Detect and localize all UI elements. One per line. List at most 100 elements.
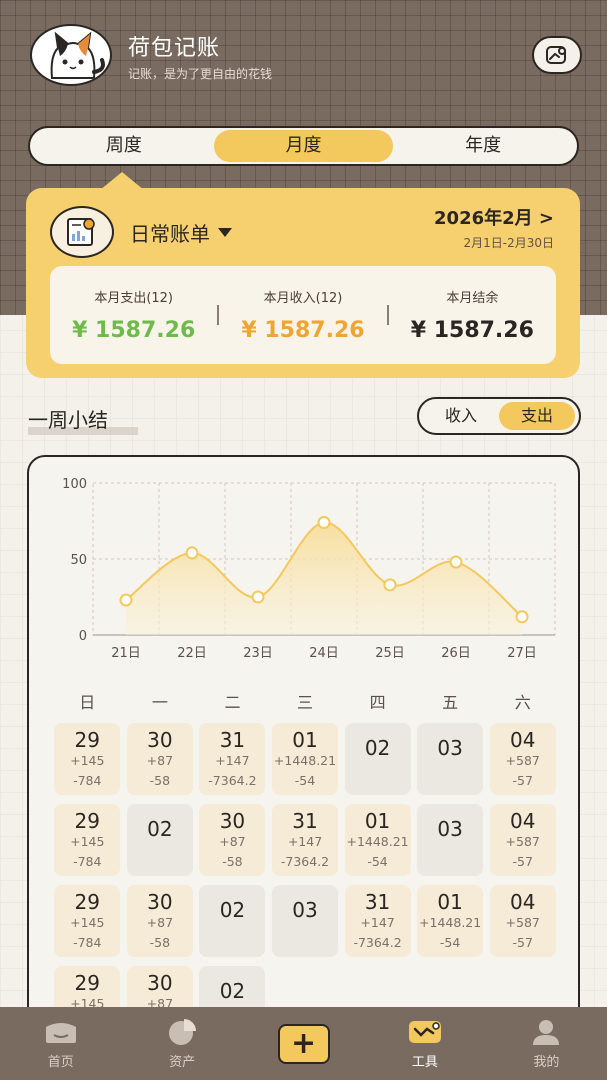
month-selector[interactable]: 2026年2月 > <box>434 204 554 230</box>
calendar-day-cell[interactable]: 04 +587 -57 <box>489 723 556 795</box>
income-expense-toggle: 收入 支出 <box>417 397 581 435</box>
day-expense: -784 <box>73 773 102 788</box>
calendar-day-cell[interactable]: 03 <box>417 804 484 876</box>
app-title: 荷包记账 <box>128 36 221 61</box>
calendar-day-cell[interactable]: 02 <box>199 885 266 957</box>
nav-add[interactable]: + <box>243 1023 364 1064</box>
tab-monthly[interactable]: 月度 <box>213 130 394 162</box>
calendar-day-cell[interactable]: 29+145 -784 <box>54 723 121 795</box>
day-number: 29 <box>74 890 100 914</box>
day-number: 02 <box>364 736 391 760</box>
day-number: 03 <box>292 898 318 922</box>
calendar-day-cell[interactable]: 01 +1448.21 -54 <box>344 804 411 876</box>
x-tick-label: 27日 <box>507 646 537 661</box>
nav-tools[interactable]: 工具 <box>364 1017 485 1070</box>
balance-stat[interactable]: 本月结余 ¥ 1587.26 <box>389 287 556 343</box>
income-value: ¥ 1587.26 <box>241 318 365 343</box>
calendar-day-cell[interactable]: 02 <box>344 723 411 795</box>
day-number: 01 <box>437 890 463 914</box>
day-expense: -7364.2 <box>353 935 402 950</box>
period-tabs: 周度 月度 年度 <box>28 126 579 166</box>
calendar-day-cell[interactable]: 30+87 -58 <box>126 885 193 957</box>
weekly-chart-card: 0 50 100 21日 22日 23日 24日 25日 26日 27日 日一二三四五六 29 +1… <box>27 455 580 1035</box>
data-point <box>251 590 265 604</box>
weekday-label: 三 <box>297 693 314 712</box>
expense-value: ¥ 1587.26 <box>72 318 196 343</box>
day-income: +1448.21 <box>419 915 482 930</box>
nav-tools-label: 工具 <box>411 1055 438 1070</box>
nav-profile[interactable]: 我的 <box>486 1017 607 1070</box>
calendar-day-cell[interactable]: 30+87 -58 <box>126 723 193 795</box>
calendar-day-cell[interactable]: 31 +147 -7364.2 <box>199 723 266 795</box>
calendar-day-cell[interactable]: 01 +1448.21 -54 <box>417 885 484 957</box>
bottom-nav: 首页 资产 + 工具 我的 <box>0 1007 607 1080</box>
day-income: +587 <box>505 753 540 768</box>
bill-icon <box>67 218 95 246</box>
income-stat[interactable]: 本月收入(12) ¥ 1587.26 <box>219 287 386 343</box>
theme-switch-button[interactable] <box>532 36 582 74</box>
y-tick-label: 50 <box>70 553 87 568</box>
day-expense: -7364.2 <box>280 854 330 869</box>
tools-icon <box>408 1021 441 1043</box>
tab-yearly[interactable]: 年度 <box>393 130 573 162</box>
day-number: 30 <box>147 890 173 914</box>
weekly-summary-title: 一周小结 <box>28 404 138 435</box>
weekday-label: 一 <box>151 693 168 712</box>
day-expense: -54 <box>367 854 388 869</box>
day-income: +147 <box>360 915 395 930</box>
ledger-selector[interactable]: 日常账单 <box>130 218 232 247</box>
day-expense: -58 <box>222 854 243 869</box>
day-number: 30 <box>219 809 246 833</box>
balance-value: ¥ 1587.26 <box>410 318 534 343</box>
calendar-day-cell[interactable]: 04 +587 -57 <box>489 804 556 876</box>
ledger-icon[interactable] <box>50 206 114 258</box>
day-number: 04 <box>509 809 536 833</box>
calendar-day-cell[interactable]: 30+87 -58 <box>199 804 266 876</box>
day-number: 02 <box>219 979 246 1003</box>
user-icon <box>533 1020 560 1045</box>
day-income: +1448.21 <box>273 753 337 768</box>
data-point <box>119 593 133 607</box>
data-point <box>515 610 529 624</box>
day-number: 02 <box>147 817 173 841</box>
tab-weekly[interactable]: 周度 <box>34 130 214 162</box>
toggle-income[interactable]: 收入 <box>423 402 499 430</box>
date-range: 2月1日-2月30日 <box>463 236 554 250</box>
calendar-day-cell[interactable]: 03 <box>417 723 484 795</box>
day-expense: -54 <box>439 935 461 950</box>
chart-area <box>126 522 522 635</box>
day-expense: -58 <box>149 773 171 788</box>
avatar[interactable] <box>30 24 112 86</box>
day-number: 03 <box>437 736 463 760</box>
day-expense: -57 <box>512 935 533 950</box>
nav-assets[interactable]: 资产 <box>121 1017 242 1070</box>
day-number: 03 <box>437 817 463 841</box>
calendar-day-cell[interactable]: 31 +147 -7364.2 <box>272 804 338 876</box>
app-subtitle: 记账，是为了更自由的花钱 <box>128 67 273 81</box>
calendar-day-cell[interactable]: 29+145 -784 <box>54 885 121 957</box>
caret-down-icon <box>218 227 232 237</box>
x-tick-label: 23日 <box>243 646 273 661</box>
data-point <box>449 555 463 569</box>
day-income: +587 <box>505 834 540 849</box>
calendar-day-cell[interactable]: 31 +147 -7364.2 <box>344 885 411 957</box>
plus-icon[interactable]: + <box>277 1023 330 1064</box>
day-income: +145 <box>70 753 105 768</box>
nav-home[interactable]: 首页 <box>0 1017 121 1070</box>
calendar-day-cell[interactable]: 03 <box>272 885 338 957</box>
calendar-day-cell[interactable]: 29+145 -784 <box>54 804 121 876</box>
data-point <box>185 546 199 560</box>
day-number: 01 <box>364 809 391 833</box>
day-expense: -58 <box>149 935 171 950</box>
day-number: 30 <box>147 971 173 995</box>
toggle-expense[interactable]: 支出 <box>499 402 575 430</box>
day-number: 02 <box>219 898 246 922</box>
calendar-day-cell[interactable]: 04 +587 -57 <box>489 885 556 957</box>
weekday-label: 二 <box>224 693 241 712</box>
calendar-day-cell[interactable]: 01 +1448.21 -54 <box>272 723 338 795</box>
expense-stat[interactable]: 本月支出(12) ¥ 1587.26 <box>50 287 217 343</box>
x-tick-label: 21日 <box>111 646 141 661</box>
day-number: 29 <box>74 809 100 833</box>
calendar-day-cell[interactable]: 02 <box>126 804 193 876</box>
nav-assets-label: 资产 <box>169 1055 196 1070</box>
